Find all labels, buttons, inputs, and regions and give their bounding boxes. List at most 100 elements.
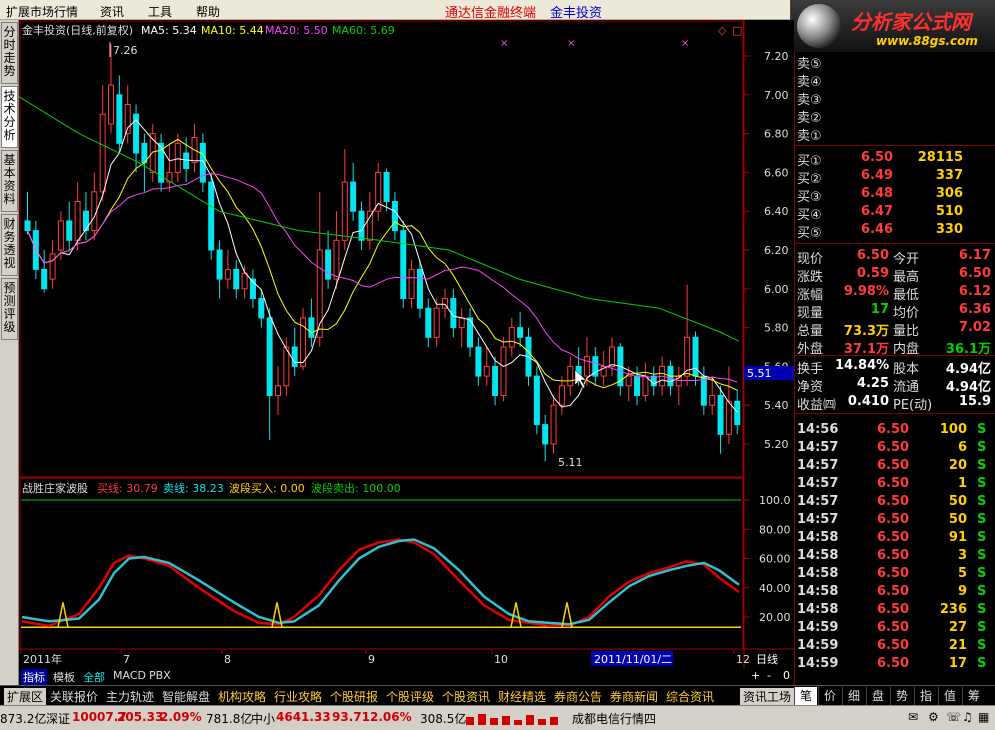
candle-body — [57, 220, 64, 251]
candle-body — [241, 272, 248, 290]
tick-price: 6.50 — [877, 440, 910, 455]
sell-level-row[interactable]: 卖② — [795, 106, 995, 126]
square-icon[interactable]: □ — [732, 24, 742, 37]
tick-time: 14:56 — [797, 422, 839, 437]
price-axis-label: 6.20 — [764, 244, 789, 257]
buy-level-row[interactable]: 买① 6.50 28115 — [795, 149, 995, 169]
candle-body — [383, 171, 390, 202]
tick-volume: 50 — [948, 494, 967, 509]
mail-icon[interactable]: ✉ — [908, 710, 918, 724]
tab-pbx[interactable]: PBX — [147, 669, 173, 682]
tick-row: 14:57 6.50 6 S — [795, 440, 995, 458]
nav-item[interactable]: 券商新闻 — [610, 688, 658, 705]
tick-time: 14:58 — [797, 566, 839, 581]
candle-body — [41, 268, 48, 290]
tab-template[interactable]: 模板 — [51, 669, 77, 685]
nav-item[interactable]: 个股资讯 — [442, 688, 490, 705]
tick-volume: 9 — [957, 584, 967, 599]
tab-all[interactable]: 全部 — [81, 669, 107, 685]
zoom-out-button[interactable]: - — [765, 669, 773, 682]
nav-item[interactable]: 个股评级 — [386, 688, 434, 705]
tick-side: S — [977, 494, 987, 509]
sell-level-row[interactable]: 卖① — [795, 124, 995, 144]
price-axis-label: 6.40 — [764, 205, 789, 218]
market-breadth-bars — [466, 712, 566, 725]
price-axis-label: 6.60 — [764, 166, 789, 179]
chat-icon[interactable]: ☏ — [946, 710, 961, 724]
period-label[interactable]: 日线 — [756, 652, 778, 666]
right-panel-tab[interactable]: 筹 — [962, 687, 985, 705]
quote-row: 净资 4.25 流通 4.94亿 — [795, 375, 995, 395]
nav-item[interactable]: 券商公告 — [554, 688, 602, 705]
sell-level-row[interactable]: 卖⑤ — [795, 52, 995, 72]
event-marker-1[interactable]: × — [500, 38, 508, 49]
gear-icon[interactable]: ⚙ — [928, 710, 939, 724]
side-tab-technical[interactable]: 技术分析 — [1, 86, 18, 148]
right-panel-tab[interactable]: 细 — [842, 687, 865, 705]
nav-item[interactable]: 个股研报 — [330, 688, 378, 705]
speaker-icon[interactable]: ♫ — [962, 710, 973, 724]
network-icon[interactable]: ▦ — [978, 710, 989, 724]
quote-row: 涨幅 9.98% 最低 6.12 — [795, 283, 995, 303]
chart-area[interactable]: 7.207.006.806.606.406.206.005.805.605.40… — [19, 20, 794, 668]
event-marker-2[interactable]: × — [567, 38, 575, 49]
date-cursor-value: 2011/11/01/二 — [594, 653, 672, 666]
quote-row: 收益㈣ 0.410 PE(动) 15.9 — [795, 393, 995, 413]
buy-level-row[interactable]: 买③ 6.48 306 — [795, 185, 995, 205]
nav-item[interactable]: 资讯工场 — [740, 688, 795, 705]
nav-item[interactable]: 扩展区 — [4, 688, 47, 705]
diamond-icon[interactable]: ◇ — [718, 24, 727, 37]
menu-news[interactable]: 资讯 — [100, 3, 124, 20]
buy-level-row[interactable]: 买④ 6.47 510 — [795, 203, 995, 223]
tick-side: S — [977, 512, 987, 527]
candle-body — [24, 220, 31, 232]
menu-tools[interactable]: 工具 — [148, 3, 172, 20]
right-panel-tab[interactable]: 指 — [914, 687, 937, 705]
side-tab-financial[interactable]: 财务透视 — [1, 214, 18, 276]
nav-item[interactable]: 行业攻略 — [274, 688, 322, 705]
buy-level-row[interactable]: 买② 6.49 337 — [795, 167, 995, 187]
right-panel-tab[interactable]: 势 — [890, 687, 913, 705]
side-tab-forecast[interactable]: 预测评级 — [1, 278, 18, 340]
event-marker-3[interactable]: × — [681, 38, 689, 49]
tick-side: S — [977, 548, 987, 563]
candle-body — [350, 181, 357, 212]
status-smb-pct: 2.06% — [370, 710, 412, 724]
sell-level-row[interactable]: 卖④ — [795, 70, 995, 90]
nav-item[interactable]: 机构攻略 — [218, 688, 266, 705]
date-axis-label: 9 — [368, 653, 375, 666]
tick-time: 14:59 — [797, 656, 839, 671]
nav-item[interactable]: 主力轨迹 — [106, 688, 154, 705]
buy-level-row[interactable]: 买⑤ 6.46 330 — [795, 221, 995, 241]
right-panel-tab[interactable]: 盘 — [866, 687, 889, 705]
ma20-label: MA20: 5.50 — [265, 24, 328, 37]
menu-extended-market[interactable]: 扩展市场行情 — [6, 3, 78, 20]
nav-item[interactable]: 综合资讯 — [666, 688, 714, 705]
candle-body — [391, 201, 398, 232]
candle-body — [99, 113, 106, 193]
candle-body — [283, 346, 290, 387]
side-tab-intraday[interactable]: 分时走势 — [1, 22, 18, 84]
right-panel-tab[interactable]: 价 — [818, 687, 841, 705]
nav-item[interactable]: 关联报价 — [50, 688, 98, 705]
zoom-reset-button[interactable]: 0 — [781, 669, 792, 682]
tab-macd[interactable]: MACD — [111, 669, 148, 682]
tick-price: 6.50 — [877, 584, 910, 599]
status-sh-amount: 873.2亿 — [0, 712, 47, 726]
tick-price: 6.50 — [877, 422, 910, 437]
tab-indicator[interactable]: 指标 — [21, 669, 47, 685]
side-tab-basic-info[interactable]: 基本资料 — [1, 150, 18, 212]
menu-help[interactable]: 帮助 — [196, 3, 220, 20]
price-axis-label: 5.40 — [764, 399, 789, 412]
nav-item[interactable]: 财经精选 — [498, 688, 546, 705]
function-nav-bar: 扩展区 关联报价 主力轨迹 智能解盘 机构攻略 行业攻略 个股研报 个股评级 个股资讯 财经精选券… — [0, 685, 995, 705]
status-bar: 873.2亿 深证 10007.7 205.33 2.09% 781.8亿 中小… — [0, 705, 995, 730]
tick-row: 14:59 6.50 27 S — [795, 620, 995, 638]
date-axis-label: 2011年 — [23, 652, 62, 666]
right-panel-tab[interactable]: 值 — [938, 687, 961, 705]
tick-time: 14:59 — [797, 638, 839, 653]
sell-level-row[interactable]: 卖③ — [795, 88, 995, 108]
zoom-in-button[interactable]: + — [749, 669, 762, 682]
nav-item[interactable]: 智能解盘 — [162, 688, 210, 705]
right-panel-tab[interactable]: 笔 — [794, 687, 817, 705]
